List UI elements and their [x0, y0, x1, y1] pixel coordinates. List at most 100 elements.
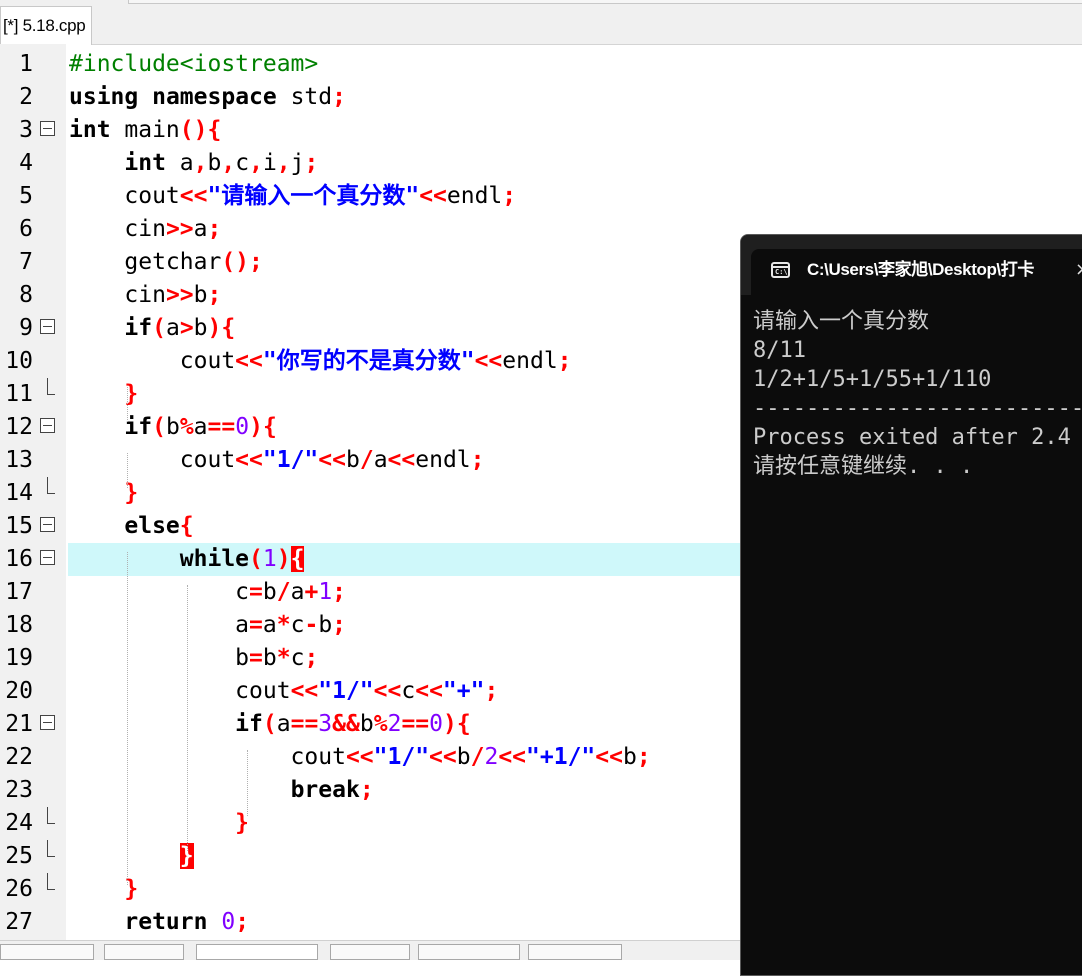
console-line: Process exited after 2.4	[753, 425, 1071, 450]
code-token: ;	[332, 612, 347, 638]
code-token: ,	[221, 150, 236, 176]
code-token: i	[262, 150, 277, 176]
code-token: a	[165, 150, 194, 176]
code-text: }	[69, 807, 249, 840]
code-text: int a,b,c,i,j;	[69, 147, 318, 180]
code-text: cout<<"1/"<<b/2<<"+1/"<<b;	[69, 741, 651, 774]
code-line[interactable]: 3 int main(){	[0, 114, 1082, 147]
panel-tab[interactable]	[418, 944, 520, 960]
code-token: endl	[415, 447, 471, 473]
line-number: 20	[5, 678, 33, 704]
code-token: 2	[484, 744, 499, 770]
code-token: 2	[387, 711, 402, 737]
code-token: ){	[207, 315, 236, 341]
code-line[interactable]: 5 cout<<"请输入一个真分数"<<endl;	[0, 180, 1082, 213]
code-token: cout	[69, 183, 180, 209]
code-line[interactable]: 2 using namespace std;	[0, 81, 1082, 114]
code-token: endl	[502, 348, 558, 374]
editor-tab-bar: [*] 5.18.cpp	[0, 0, 1082, 45]
code-text: return 0;	[69, 906, 249, 939]
line-number: 2	[19, 84, 33, 110]
fold-toggle-icon[interactable]	[38, 312, 60, 345]
panel-tab[interactable]	[330, 944, 410, 960]
code-token: <<	[498, 744, 527, 770]
console-titlebar: C:\ C:\Users\李家旭\Desktop\打卡 ×	[741, 235, 1082, 295]
console-window[interactable]: C:\ C:\Users\李家旭\Desktop\打卡 × 请输入一个真分数 8/…	[740, 234, 1082, 976]
panel-tab[interactable]	[528, 944, 622, 960]
panel-tab[interactable]	[196, 944, 318, 960]
code-token: ;	[502, 183, 517, 209]
code-token: -	[304, 612, 319, 638]
code-token: =	[249, 612, 263, 638]
code-token: <<	[474, 348, 503, 374]
code-token: /	[359, 447, 374, 473]
code-token: ;	[470, 447, 485, 473]
code-token: cout	[69, 348, 236, 374]
code-line[interactable]: 1 #include<iostream>	[0, 48, 1082, 81]
line-number: 14	[5, 480, 33, 506]
code-token: ()	[221, 249, 250, 275]
fold-end-marker	[38, 807, 60, 840]
code-token: /	[470, 744, 485, 770]
code-token: ;	[332, 579, 347, 605]
fold-end-marker	[38, 378, 60, 411]
code-token: a	[276, 711, 291, 737]
code-text: else{	[69, 510, 194, 543]
code-token: while	[179, 546, 250, 572]
fold-toggle-icon[interactable]	[38, 411, 60, 444]
code-text: cout<<"1/"<<c<<"+";	[69, 675, 498, 708]
panel-tab[interactable]	[104, 944, 184, 960]
fold-toggle-icon[interactable]	[38, 114, 60, 147]
code-token: c	[290, 612, 305, 638]
code-token: a	[262, 612, 277, 638]
console-line: ------------------------------	[753, 396, 1082, 421]
code-text: using namespace std;	[69, 81, 346, 114]
code-token: c	[69, 579, 250, 605]
code-token: a	[193, 216, 208, 242]
code-token: ;	[207, 282, 222, 308]
code-token: endl	[446, 183, 503, 209]
code-token: a	[69, 612, 250, 638]
code-token: (){	[179, 117, 222, 143]
fold-toggle-icon[interactable]	[38, 708, 60, 741]
tab-5-18-cpp[interactable]: [*] 5.18.cpp	[0, 6, 93, 45]
line-number: 13	[5, 447, 33, 473]
code-token: cin	[69, 216, 166, 242]
indent-guide	[247, 750, 248, 816]
line-number: 3	[19, 117, 33, 143]
code-line[interactable]: 4 int a,b,c,i,j;	[0, 147, 1082, 180]
fold-end-marker	[38, 873, 60, 906]
code-text: while(1){	[69, 543, 305, 576]
line-number: 4	[19, 150, 33, 176]
fold-end-marker	[38, 840, 60, 873]
console-line: 1/2+1/5+1/55+1/110	[753, 367, 992, 392]
code-token: break	[290, 777, 360, 803]
close-icon[interactable]: ×	[1075, 257, 1082, 283]
panel-tab[interactable]	[0, 944, 94, 960]
code-token: cin	[69, 282, 166, 308]
line-number: 23	[5, 777, 33, 803]
indent-guide	[127, 387, 128, 422]
code-token: c	[290, 645, 305, 671]
line-number: 9	[19, 315, 33, 341]
console-tab[interactable]: C:\ C:\Users\李家旭\Desktop\打卡 ×	[751, 249, 1082, 295]
code-token: std	[276, 84, 333, 110]
fold-toggle-icon[interactable]	[38, 543, 60, 576]
cmd-icon: C:\	[771, 262, 790, 278]
code-token: {	[179, 513, 194, 539]
code-token: >>	[165, 282, 194, 308]
fold-toggle-icon[interactable]	[38, 510, 60, 543]
code-token: (	[152, 315, 166, 341]
